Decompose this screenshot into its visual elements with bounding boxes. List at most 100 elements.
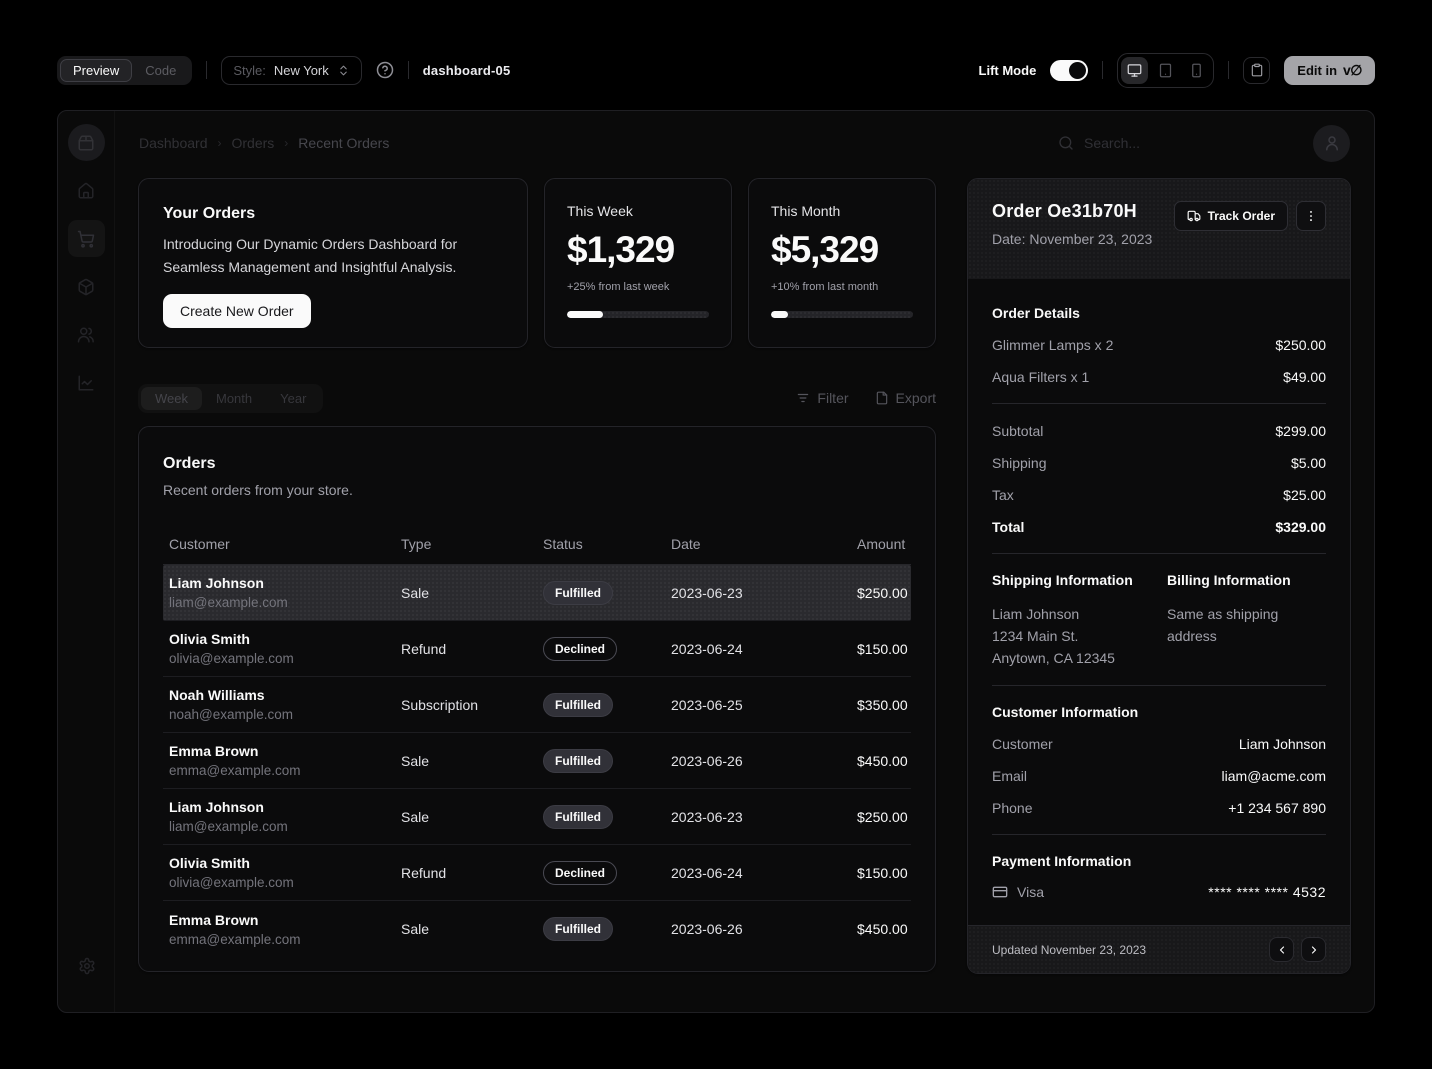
customer-info-title: Customer Information xyxy=(992,704,1326,720)
customer-name: Olivia Smith xyxy=(169,631,250,647)
payment-method-row: Visa **** **** **** 4532 xyxy=(992,884,1326,900)
tablet-view-button[interactable] xyxy=(1152,57,1179,84)
order-amount: $250.00 xyxy=(857,585,908,601)
shipping-address: Liam Johnson 1234 Main St. Anytown, CA 1… xyxy=(992,603,1151,669)
users-icon xyxy=(77,326,95,344)
table-row[interactable]: Noah Williamsnoah@example.com Subscripti… xyxy=(163,677,911,733)
sidebar-item-customers[interactable] xyxy=(68,316,105,353)
preview-canvas: Dashboard › Orders › Recent Orders Your … xyxy=(57,110,1375,1013)
order-details-title: Order Details xyxy=(992,305,1326,321)
status-badge: Fulfilled xyxy=(543,805,613,829)
sidebar xyxy=(58,111,115,1012)
order-detail-panel: Order Oe31b70H Date: November 23, 2023 T… xyxy=(967,178,1351,974)
mobile-view-button[interactable] xyxy=(1183,57,1210,84)
order-item: Aqua Filters x 1$49.00 xyxy=(992,368,1326,387)
billing-info-title: Billing Information xyxy=(1167,572,1326,588)
truck-icon xyxy=(1187,209,1201,223)
lift-mode-label: Lift Mode xyxy=(979,63,1037,78)
chevron-right-icon xyxy=(1308,944,1320,956)
copy-clipboard-button[interactable] xyxy=(1243,57,1270,84)
col-amount: Amount xyxy=(857,536,905,552)
order-date: 2023-06-26 xyxy=(671,753,857,769)
customer-email: liam@example.com xyxy=(169,595,288,610)
filter-label: Filter xyxy=(817,390,848,406)
table-row[interactable]: Emma Brownemma@example.com Sale Fulfille… xyxy=(163,901,911,957)
sidebar-item-orders[interactable] xyxy=(68,220,105,257)
tab-month[interactable]: Month xyxy=(202,387,266,410)
col-type: Type xyxy=(401,536,543,552)
package2-icon xyxy=(77,134,95,152)
tab-year[interactable]: Year xyxy=(266,387,320,410)
order-item: Glimmer Lamps x 2$250.00 xyxy=(992,336,1326,355)
order-type: Sale xyxy=(401,809,543,825)
search-input[interactable] xyxy=(1084,135,1264,151)
top-toolbar: Preview Code Style: New York dashboard-0… xyxy=(57,52,1375,88)
table-row[interactable]: Liam Johnsonliam@example.com Sale Fulfil… xyxy=(163,565,911,621)
export-button[interactable]: Export xyxy=(875,390,936,406)
filter-button[interactable]: Filter xyxy=(796,390,848,406)
more-vertical-icon xyxy=(1304,209,1318,223)
customer-email: emma@example.com xyxy=(169,932,301,947)
customer-email: liam@example.com xyxy=(169,819,288,834)
list-filter-icon xyxy=(796,391,810,405)
table-header-row: Customer Type Status Date Amount xyxy=(163,524,911,565)
table-row[interactable]: Olivia Smitholivia@example.com Refund De… xyxy=(163,845,911,901)
desktop-view-button[interactable] xyxy=(1121,57,1148,84)
store-logo[interactable] xyxy=(68,124,105,161)
separator xyxy=(992,403,1326,404)
create-new-order-button[interactable]: Create New Order xyxy=(163,294,311,328)
order-type: Sale xyxy=(401,585,543,601)
v0-logo: v∅ xyxy=(1343,62,1362,79)
file-icon xyxy=(875,391,889,405)
style-select[interactable]: Style: New York xyxy=(221,56,361,85)
item-name: Glimmer Lamps x 2 xyxy=(992,336,1113,355)
customer-name: Olivia Smith xyxy=(169,855,250,871)
next-order-button[interactable] xyxy=(1301,937,1326,962)
credit-card-icon xyxy=(992,884,1008,900)
your-orders-card: Your Orders Introducing Our Dynamic Orde… xyxy=(138,178,528,348)
orders-table-card: Orders Recent orders from your store. Cu… xyxy=(138,426,936,972)
breadcrumb-orders[interactable]: Orders xyxy=(232,135,275,151)
updated-label: Updated November 23, 2023 xyxy=(992,943,1146,957)
customer-email: olivia@example.com xyxy=(169,875,294,890)
table-row[interactable]: Olivia Smitholivia@example.com Refund De… xyxy=(163,621,911,677)
status-badge: Declined xyxy=(543,637,617,661)
package-icon xyxy=(77,278,95,296)
preview-tab[interactable]: Preview xyxy=(60,59,132,82)
period-tabs: Week Month Year xyxy=(138,384,323,413)
customer-name: Liam Johnson xyxy=(169,575,264,591)
order-date: 2023-06-26 xyxy=(671,921,857,937)
table-controls-row: Week Month Year Filter Export xyxy=(138,383,936,413)
col-date: Date xyxy=(671,536,857,552)
v0-preview-app: Preview Code Style: New York dashboard-0… xyxy=(0,0,1432,1069)
breadcrumb-dashboard[interactable]: Dashboard xyxy=(139,135,208,151)
edit-in-v0-button[interactable]: Edit in v∅ xyxy=(1284,56,1375,85)
edit-in-label: Edit in xyxy=(1297,63,1337,78)
table-row[interactable]: Emma Brownemma@example.com Sale Fulfille… xyxy=(163,733,911,789)
previous-order-button[interactable] xyxy=(1269,937,1294,962)
sidebar-item-products[interactable] xyxy=(68,268,105,305)
order-type: Subscription xyxy=(401,697,543,713)
customer-row: CustomerLiam Johnson xyxy=(992,735,1326,754)
preview-code-toggle: Preview Code xyxy=(57,56,192,85)
help-icon[interactable] xyxy=(376,61,394,79)
code-tab[interactable]: Code xyxy=(132,59,189,82)
user-avatar[interactable] xyxy=(1313,125,1350,162)
order-id-title: Order Oe31b70H xyxy=(992,201,1152,222)
track-order-button[interactable]: Track Order xyxy=(1174,201,1288,231)
chevron-right-icon: › xyxy=(218,136,222,150)
toolbar-divider xyxy=(1228,61,1229,79)
toggle-knob xyxy=(1069,62,1086,79)
progress-fill xyxy=(567,311,603,318)
separator xyxy=(992,685,1326,686)
sidebar-item-home[interactable] xyxy=(68,172,105,209)
payment-info-title: Payment Information xyxy=(992,853,1326,869)
sidebar-item-analytics[interactable] xyxy=(68,364,105,401)
lift-mode-toggle[interactable] xyxy=(1050,60,1088,81)
phone-row: Phone+1 234 567 890 xyxy=(992,799,1326,818)
more-options-button[interactable] xyxy=(1296,201,1326,231)
export-label: Export xyxy=(896,390,936,406)
sidebar-item-settings[interactable] xyxy=(68,947,105,984)
tab-week[interactable]: Week xyxy=(141,387,202,410)
table-row[interactable]: Liam Johnsonliam@example.com Sale Fulfil… xyxy=(163,789,911,845)
